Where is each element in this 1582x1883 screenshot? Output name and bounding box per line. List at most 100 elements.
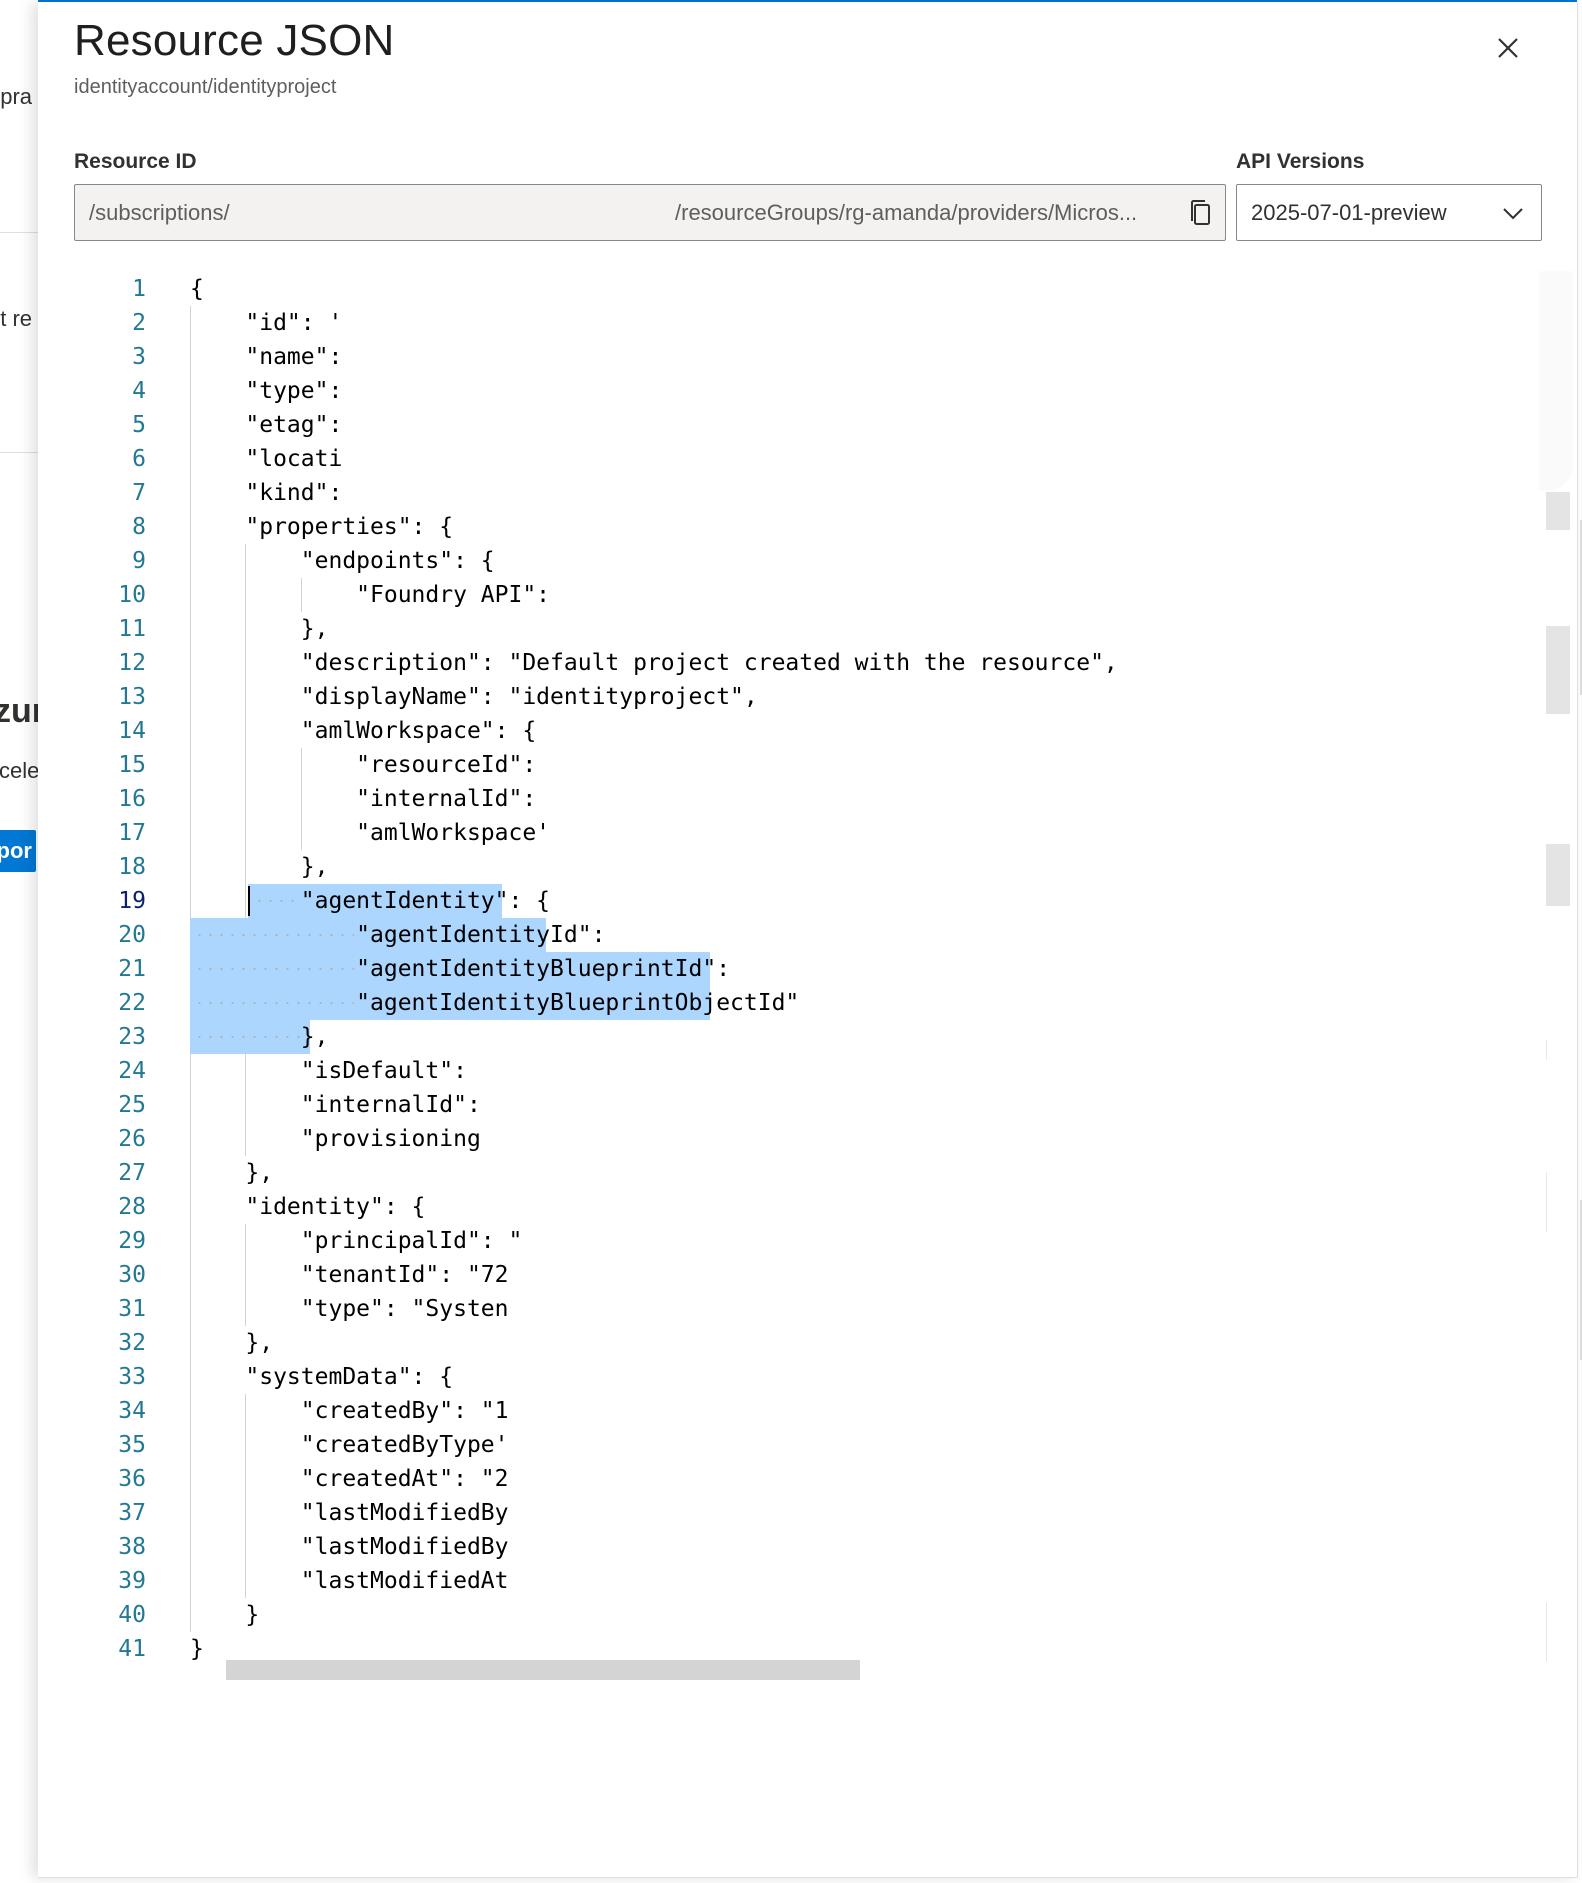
- line-number: 22: [118, 990, 146, 1016]
- line-number: 8: [132, 514, 146, 540]
- code-line: "resourceId":: [190, 752, 537, 778]
- code-line: }: [190, 1602, 260, 1628]
- line-number: 14: [118, 718, 146, 744]
- code-line: "id": ': [190, 310, 343, 336]
- code-line: "lastModifiedBy: [190, 1534, 509, 1560]
- code-line: "endpoints": {: [190, 548, 495, 574]
- line-number: 17: [118, 820, 146, 846]
- copy-resource-id-button[interactable]: [1183, 195, 1219, 231]
- line-number: 37: [118, 1500, 146, 1526]
- code-line: "displayName": "identityproject",: [190, 684, 758, 710]
- resource-id-label: Resource ID: [74, 150, 197, 173]
- line-number: 38: [118, 1534, 146, 1560]
- code-line: "agentIdentityBlueprintObjectId": [190, 990, 800, 1016]
- line-number: 11: [118, 616, 146, 642]
- background-divider: [0, 232, 38, 233]
- line-number: 23: [118, 1024, 146, 1050]
- line-number: 4: [132, 378, 146, 404]
- line-number: 34: [118, 1398, 146, 1424]
- chevron-down-icon: [1503, 208, 1523, 220]
- background-text: ccele: [0, 758, 38, 783]
- line-number: 3: [132, 344, 146, 370]
- resource-id-value-start: /subscriptions/: [89, 200, 230, 225]
- line-number: 5: [132, 412, 146, 438]
- line-number: 30: [118, 1262, 146, 1288]
- copy-icon: [1191, 200, 1210, 225]
- code-line: "kind":: [190, 480, 343, 506]
- line-number: 2: [132, 310, 146, 336]
- background-text: t pra: [0, 84, 33, 109]
- overview-ruler-line: [1546, 1602, 1547, 1662]
- close-icon: [1498, 38, 1518, 58]
- background-divider: [0, 452, 38, 453]
- overview-ruler-mark: [1546, 844, 1570, 906]
- background-blade-left-strip: t pra nt re zur ccele por: [0, 0, 38, 1883]
- line-number: 1: [132, 276, 146, 302]
- code-line: "amlWorkspace": {: [190, 718, 537, 744]
- line-number: 19: [118, 888, 146, 914]
- line-number: 40: [118, 1602, 146, 1628]
- overview-ruler-mark: [1546, 492, 1570, 530]
- background-text: nt re: [0, 306, 33, 331]
- line-number: 24: [118, 1058, 146, 1084]
- code-line: "Foundry API":: [190, 582, 551, 608]
- code-line: "lastModifiedAt: [190, 1568, 509, 1594]
- code-line: "agentIdentityBlueprintId":: [190, 956, 731, 982]
- json-code-editor[interactable]: 1 2 3 4 5 6 7 8 9 10 11 12 13 14 15 16 17 18 19 20 21 22 23 24 2…: [74, 272, 1572, 1692]
- line-number: 31: [118, 1296, 146, 1322]
- code-line: },: [190, 1024, 329, 1050]
- line-number: 20: [118, 922, 146, 948]
- overview-ruler-line: [1546, 1040, 1547, 1060]
- line-number: 6: [132, 446, 146, 472]
- code-line: "isDefault":: [190, 1058, 467, 1084]
- api-versions-label: API Versions: [1236, 150, 1365, 173]
- line-number: 33: [118, 1364, 146, 1390]
- resource-json-panel: Resource JSON identityaccount/identitypr…: [38, 2, 1578, 1878]
- code-line: },: [190, 1330, 274, 1356]
- horizontal-scrollbar-thumb[interactable]: [226, 1660, 860, 1680]
- resource-id-field[interactable]: /subscriptions/ /resourceGroups/rg-amand…: [74, 184, 1226, 241]
- code-line: "agentIdentity": {: [190, 888, 551, 914]
- line-number: 13: [118, 684, 146, 710]
- code-line: "type": "Systen: [190, 1296, 509, 1322]
- code-line: },: [190, 854, 329, 880]
- line-number: 39: [118, 1568, 146, 1594]
- code-line: "internalId":: [190, 1092, 481, 1118]
- code-line: }: [190, 1636, 204, 1662]
- line-number: 29: [118, 1228, 146, 1254]
- panel-title: Resource JSON: [74, 16, 395, 65]
- line-number: 15: [118, 752, 146, 778]
- background-button[interactable]: por: [0, 830, 36, 872]
- code-line: "locati: [190, 446, 343, 472]
- background-card-title: zur: [0, 692, 38, 730]
- code-line: "createdByType': [190, 1432, 509, 1458]
- line-number: 18: [118, 854, 146, 880]
- resource-id-value-end: /resourceGroups/rg-amanda/providers/Micr…: [675, 200, 1138, 225]
- page: t pra nt re zur ccele por Resource JSON …: [0, 0, 1582, 1883]
- code-line: "etag":: [190, 412, 343, 438]
- line-number: 12: [118, 650, 146, 676]
- code-line: },: [190, 616, 329, 642]
- overview-ruler[interactable]: [1546, 272, 1572, 1692]
- code-line: "identity": {: [190, 1194, 426, 1220]
- line-number: 25: [118, 1092, 146, 1118]
- line-number: 21: [118, 956, 146, 982]
- code-line: "name":: [190, 344, 343, 370]
- line-number: 26: [118, 1126, 146, 1152]
- code-line: "principalId": ": [190, 1228, 523, 1254]
- line-number: 10: [118, 582, 146, 608]
- code-line: "provisioning: [190, 1126, 481, 1152]
- line-number: 35: [118, 1432, 146, 1458]
- code-line: "createdAt": "2: [190, 1466, 509, 1492]
- code-line: },: [190, 1160, 274, 1186]
- line-number: 41: [118, 1636, 146, 1662]
- line-number: 9: [132, 548, 146, 574]
- line-number: 36: [118, 1466, 146, 1492]
- code-line: "type":: [190, 378, 343, 404]
- line-number: 28: [118, 1194, 146, 1220]
- api-versions-dropdown[interactable]: 2025-07-01-preview: [1236, 184, 1542, 241]
- code-line: "systemData": {: [190, 1364, 454, 1390]
- overview-ruler-line: [1546, 1172, 1547, 1232]
- close-button[interactable]: [1488, 28, 1528, 68]
- api-version-selected: 2025-07-01-preview: [1251, 200, 1447, 225]
